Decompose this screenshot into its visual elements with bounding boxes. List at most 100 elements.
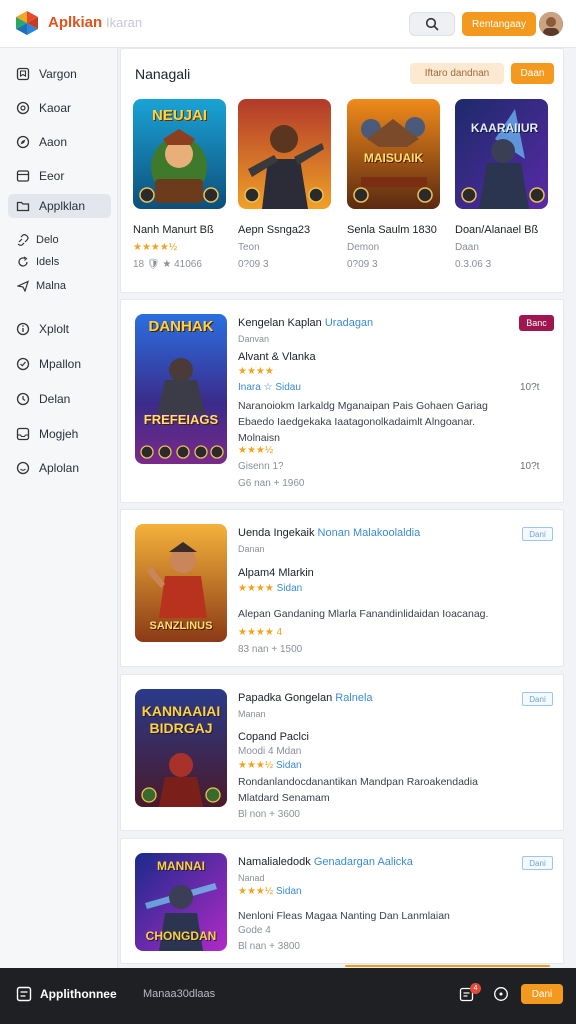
item-title-link[interactable]: Genadargan Aalicka	[314, 856, 413, 868]
sidebar-item-delan[interactable]: Delan	[8, 387, 111, 411]
list-item[interactable]: MANNAI CHONGDAN Namalialedodk Genadargan…	[120, 838, 564, 964]
avatar[interactable]	[539, 12, 563, 36]
game-thumbnail[interactable]: KANNAAIAI BIDRGAJ	[135, 689, 227, 807]
sidebar-item-label: Eeor	[39, 169, 65, 183]
item-subtitle: Danvan	[238, 334, 270, 344]
app-logo-icon[interactable]	[14, 10, 40, 36]
item-rating-2: ★★★★ 4	[238, 627, 282, 638]
sidebar-item-label: Aaon	[39, 135, 68, 149]
game-meta: 0.3.06 3	[455, 259, 492, 270]
sidebar-item-kaoar[interactable]: Kaoar	[8, 96, 111, 120]
item-title-link[interactable]: Ralnela	[335, 692, 372, 704]
game-thumbnail[interactable]: NEUJAI	[133, 99, 226, 209]
game-meta: 18 🛡 ★ 41066	[133, 259, 202, 270]
game-card[interactable]: KAARAIIUR Doan/Alanael Bß Daan 0.3.06 3	[455, 99, 551, 270]
card-icon	[16, 170, 30, 182]
status-badge[interactable]: Dani	[522, 527, 553, 541]
item-subtitle: Manan	[238, 709, 266, 719]
item-rating: ★★★½ Sidan	[238, 760, 302, 771]
item-description: Naranoiokm Iarkaldg Mganaipan Pais Gohae…	[238, 400, 488, 444]
loading-progress-bar	[345, 965, 550, 967]
filter-chip[interactable]: Iftaro dandnan	[410, 63, 504, 84]
sidebar-item-label: Kaoar	[39, 101, 72, 115]
item-title-text: Namalialedodk	[238, 856, 311, 868]
list-item[interactable]: KANNAAIAI BIDRGAJ Papadka Gongelan Ralne…	[120, 674, 564, 831]
game-thumbnail[interactable]: MANNAI CHONGDAN	[135, 853, 227, 951]
rating-stars: ★★★½	[238, 445, 274, 456]
item-subtitle: Nanad	[238, 873, 265, 883]
item-heading: Alvant & Vlanka	[238, 351, 316, 363]
top-bar: Aplkian Ikaran Rentangaay	[0, 0, 576, 48]
sidebar-item-mogjeh[interactable]: Mogjeh	[8, 422, 111, 446]
sidebar-item-eeor[interactable]: Eeor	[8, 164, 111, 188]
check-circle-icon	[16, 357, 30, 371]
game-thumbnail[interactable]	[238, 99, 331, 209]
item-description: Nenloni Fleas Magaa Nanting Dan Lanmlaia…	[238, 910, 450, 922]
item-title: Namalialedodk Genadargan Aalicka	[238, 856, 413, 868]
section-action-button[interactable]: Daan	[511, 63, 554, 84]
sidebar-item-applklan[interactable]: Applklan	[8, 194, 111, 218]
bottom-bar-button[interactable]: Dani	[521, 984, 563, 1004]
game-name: Senla Saulm 1830	[347, 224, 437, 236]
item-rating-text: Sidan	[276, 583, 303, 594]
item-heading: Alpam4 Mlarkin	[238, 567, 314, 579]
game-meta: 0?09 3	[347, 259, 378, 270]
game-meta: 0?09 3	[238, 259, 269, 270]
sidebar-item-aplolan[interactable]: Aplolan	[8, 456, 111, 480]
clock-icon[interactable]	[493, 986, 509, 1002]
search-button[interactable]	[409, 12, 455, 36]
sidebar-item-malna[interactable]: Malna	[8, 274, 111, 298]
item-meta: G6 nan + 1960	[238, 478, 305, 489]
game-card[interactable]: MAISUAIK Senla Saulm 1830 Demon 0?09 3	[347, 99, 443, 270]
thumbnail-title: DANHAK	[148, 318, 214, 335]
game-thumbnail[interactable]: KAARAIIUR	[455, 99, 548, 209]
app-menu-icon[interactable]	[16, 986, 32, 1002]
status-badge[interactable]: Dani	[522, 692, 553, 706]
thumbnail-subtitle: FREFEIAGS	[143, 412, 219, 427]
sidebar-item-idels[interactable]: Idels	[8, 250, 111, 274]
brand-name[interactable]: Aplkian	[48, 14, 102, 31]
sidebar-item-label: Xplolt	[39, 322, 70, 336]
thumbnail-subtitle: SANZLINUS	[149, 620, 213, 632]
item-title-text: Kengelan Kaplan	[238, 317, 322, 329]
status-badge[interactable]: Banc	[519, 315, 554, 331]
search-icon	[425, 17, 439, 31]
item-title-link[interactable]: Uradagan	[325, 317, 373, 329]
game-name: Nanh Manurt Bß	[133, 224, 214, 236]
game-thumbnail[interactable]: SANZLINUS	[135, 524, 227, 642]
item-title: Papadka Gongelan Ralnela	[238, 692, 373, 704]
thumbnail-subtitle: CHONGDAN	[145, 929, 217, 943]
item-meta: 83 nan + 1500	[238, 644, 303, 655]
header-cta-button[interactable]: Rentangaay	[462, 12, 536, 36]
thumbnail-title: MAISUAIK	[363, 151, 424, 165]
folder-icon	[16, 201, 30, 212]
item-rating: ★★★½ Sidan	[238, 886, 302, 897]
thumbnail-title: NEUJAI	[151, 107, 207, 124]
sidebar-item-delo[interactable]: Delo	[8, 228, 111, 252]
game-thumbnail[interactable]: DANHAK FREFEIAGS	[135, 314, 227, 464]
item-note: Gode 4	[238, 925, 271, 936]
game-card[interactable]: NEUJAI Nanh Manurt Bß ★★★★½ 18 🛡 ★ 41066	[133, 99, 229, 270]
item-title: Kengelan Kaplan Uradagan	[238, 317, 373, 329]
rating-stars: ★★★½	[238, 886, 274, 897]
bottom-bar: Applithonnee Manaa30dlaas 4 Dani	[0, 968, 576, 1024]
list-item[interactable]: SANZLINUS Uenda Ingekaik Nonan Malakoola…	[120, 509, 564, 667]
thumbnail-title: KAARAIIUR	[470, 121, 539, 135]
status-badge[interactable]: Dani	[522, 856, 553, 870]
sidebar-item-label: Vargon	[39, 67, 77, 81]
game-thumbnail[interactable]: MAISUAIK	[347, 99, 440, 209]
item-heading: Copand Paclci	[238, 731, 309, 743]
sidebar-item-xplolt[interactable]: Xplolt	[8, 317, 111, 341]
item-rating: ★★★★	[238, 366, 274, 377]
sidebar-item-aaon[interactable]: Aaon	[8, 130, 111, 154]
game-subtitle: Daan	[455, 242, 479, 253]
game-card[interactable]: Aepn Ssnga23 Teon 0?09 3	[238, 99, 334, 270]
item-rating-text: Sidan	[276, 886, 302, 897]
item-title-link[interactable]: Nonan Malakoolaldia	[318, 527, 421, 539]
sidebar-item-vargon[interactable]: Vargon	[8, 62, 111, 86]
item-note-right: 10?t	[520, 461, 540, 472]
sidebar-item-label: Malna	[36, 280, 66, 292]
bottom-bar-title[interactable]: Applithonnee	[40, 987, 117, 1001]
list-item[interactable]: DANHAK FREFEIAGS Kengelan Kaplan Uradaga…	[120, 299, 564, 503]
sidebar-item-mpallon[interactable]: Mpallon	[8, 352, 111, 376]
